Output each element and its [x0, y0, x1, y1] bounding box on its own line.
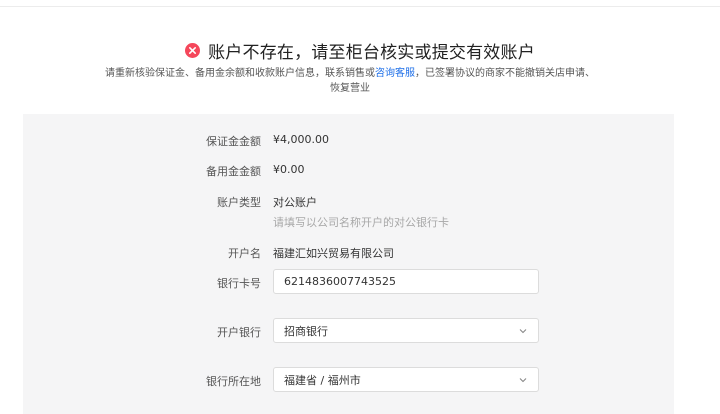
- bank-location-select[interactable]: 福建省 / 福州市: [273, 367, 539, 392]
- account-info-panel: 保证金金额 ¥4,000.00 备用金金额 ¥0.00 账户类型 对公账户 请填…: [23, 114, 674, 414]
- chevron-down-icon: [518, 326, 528, 336]
- account-type-value: 对公账户: [273, 196, 317, 209]
- account-type-label: 账户类型: [217, 196, 261, 209]
- desc-text-before: 请重新核验保证金、备用金余额和收款账户信息，联系销售或: [105, 68, 375, 79]
- account-name-value: 福建汇如兴贸易有限公司: [273, 247, 394, 260]
- bank-label: 开户银行: [217, 326, 261, 339]
- top-divider: [0, 6, 720, 7]
- card-number-label: 银行卡号: [217, 277, 261, 290]
- error-description: 请重新核验保证金、备用金余额和收款账户信息，联系销售或咨询客服，已签署协议的商家…: [105, 66, 595, 96]
- bank-value: 招商银行: [284, 324, 328, 338]
- contact-service-link[interactable]: 咨询客服: [375, 68, 415, 79]
- error-header: 账户不存在，请至柜台核实或提交有效账户: [0, 38, 720, 63]
- account-name-label: 开户名: [228, 247, 261, 260]
- error-circle-icon: [185, 43, 201, 58]
- deposit-label: 保证金金额: [206, 135, 261, 148]
- bank-location-value: 福建省 / 福州市: [284, 373, 361, 387]
- reserve-label: 备用金金额: [206, 165, 261, 178]
- bank-select[interactable]: 招商银行: [273, 318, 539, 343]
- card-number-value: 6214836007743525: [284, 275, 396, 288]
- deposit-value: ¥4,000.00: [273, 133, 329, 146]
- card-number-input[interactable]: 6214836007743525: [273, 269, 539, 294]
- chevron-down-icon: [518, 375, 528, 385]
- page-title: 账户不存在，请至柜台核实或提交有效账户: [208, 43, 535, 63]
- reserve-value: ¥0.00: [273, 163, 305, 176]
- account-type-hint: 请填写以公司名称开户的对公银行卡: [273, 216, 449, 229]
- bank-location-label: 银行所在地: [206, 375, 261, 388]
